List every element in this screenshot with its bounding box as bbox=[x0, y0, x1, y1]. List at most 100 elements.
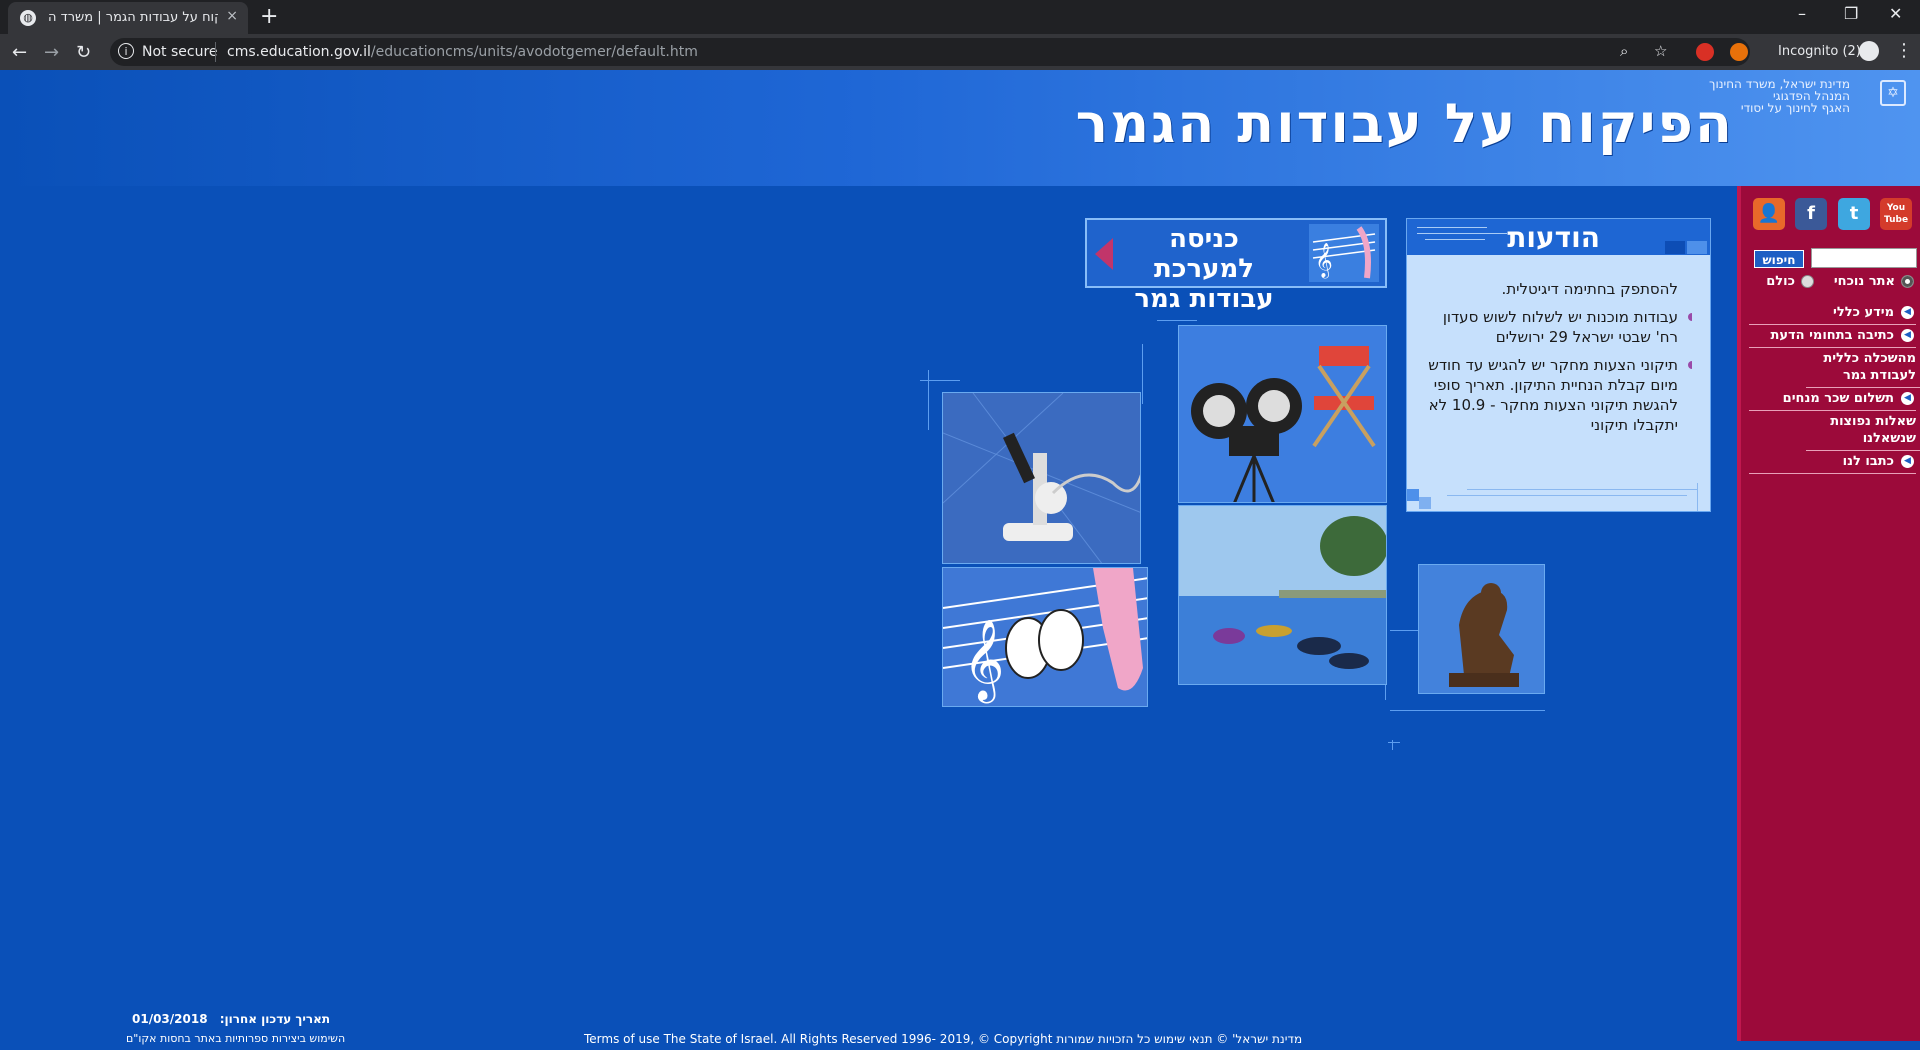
bullet-icon bbox=[1688, 361, 1692, 369]
sidebar: 👤 f t You Tube חיפוש אתר נוכחי כולם ◀ מיד… bbox=[1737, 186, 1920, 1041]
close-tab-icon[interactable]: × bbox=[226, 8, 238, 24]
url-path: /educationcms/units/avodotgemer/default.… bbox=[370, 44, 698, 60]
grid-line bbox=[1390, 710, 1545, 711]
grid-line bbox=[1388, 742, 1400, 743]
sidebar-item-general-info[interactable]: ◀ מידע כללי bbox=[1749, 302, 1916, 325]
radio-label: אתר נוכחי bbox=[1833, 274, 1895, 289]
url-text[interactable]: cms.education.gov.il/educationcms/units/… bbox=[227, 44, 698, 60]
last-update-date: 01/03/2018 bbox=[132, 1012, 208, 1026]
grid-line bbox=[928, 370, 929, 430]
notice-item: עבודות מוכנות יש לשלוח לשוש סעדון רח' שב… bbox=[1427, 307, 1692, 347]
page: מדינת ישראל, משרד החינוך המנהל הפדגוגי ה… bbox=[0, 70, 1920, 1050]
copyright-text[interactable]: Terms of use The State of Israel. All Ri… bbox=[584, 1032, 1302, 1046]
sidebar-item-contact[interactable]: ◀ כתבו לנו bbox=[1749, 451, 1916, 474]
sidebar-nav: ◀ מידע כללי ◀ כתיבה בתחומי הדעת ◀מהשכלה כל… bbox=[1749, 302, 1920, 474]
notice-item: תיקוני הצעות מחקר יש להגיש עד חודש מיום … bbox=[1427, 355, 1692, 435]
chevron-left-icon: ◀ bbox=[1901, 329, 1914, 342]
thinker-statue-image bbox=[1418, 564, 1545, 694]
decoration-square bbox=[1407, 489, 1419, 501]
enter-system-label: כניסה למערכת עבודות גמר bbox=[1134, 224, 1274, 314]
window-close-button[interactable]: ✕ bbox=[1889, 4, 1902, 23]
browser-tab-bar: ◍ הפיקוח על עבודות הגמר | משרד ה × + – ❐… bbox=[0, 0, 1920, 34]
grid-line bbox=[920, 380, 960, 381]
music-note-icon: 𝄞 bbox=[1309, 224, 1379, 282]
new-tab-button[interactable]: + bbox=[260, 4, 278, 29]
info-icon[interactable]: i bbox=[118, 43, 134, 59]
triangle-left-icon bbox=[1095, 238, 1113, 270]
decoration-square bbox=[1687, 241, 1707, 254]
statue-icon bbox=[1419, 565, 1544, 693]
sidebar-item-label: כתבו לנו bbox=[1842, 454, 1894, 469]
notices-panel: הודעות להסתפק בחתימה דיגיטלית. עבודות מו… bbox=[1406, 218, 1711, 512]
notices-footer bbox=[1407, 483, 1710, 511]
enter-system-banner[interactable]: כניסה למערכת עבודות גמר 𝄞 bbox=[1085, 218, 1387, 314]
contact-icon[interactable]: 👤 bbox=[1753, 198, 1785, 230]
maximize-button[interactable]: ❐ bbox=[1844, 4, 1858, 23]
extension-icon-2[interactable] bbox=[1730, 43, 1748, 61]
menu-icon[interactable]: ⋮ bbox=[1895, 40, 1913, 61]
sea-fish-image bbox=[1178, 505, 1387, 685]
notices-header: הודעות bbox=[1407, 219, 1710, 255]
tab-title: הפיקוח על עבודות הגמר | משרד ה bbox=[48, 10, 218, 25]
chevron-left-icon: ◀ bbox=[1901, 306, 1914, 319]
sidebar-item-label: כתיבה בתחומי הדעת bbox=[1770, 328, 1894, 343]
sidebar-item-faq[interactable]: ◀שאלות נפוצות שנשאלנו bbox=[1806, 411, 1920, 451]
last-update: תאריך עדכון אחרון: 01/03/2018 bbox=[132, 1012, 330, 1026]
decoration-line bbox=[1425, 239, 1485, 240]
notice-text: עבודות מוכנות יש לשלוח לשוש סעדון רח' שב… bbox=[1442, 308, 1678, 346]
reload-icon[interactable]: ↻ bbox=[76, 42, 91, 63]
incognito-label[interactable]: Incognito (2) bbox=[1778, 44, 1861, 59]
radio-button[interactable] bbox=[1801, 275, 1814, 288]
theater-masks-image: 𝄞 bbox=[942, 567, 1148, 707]
radio-all[interactable]: כולם bbox=[1766, 274, 1814, 289]
minimize-button[interactable]: – bbox=[1798, 4, 1806, 23]
notices-body: להסתפק בחתימה דיגיטלית. עבודות מוכנות יש… bbox=[1427, 279, 1692, 459]
search-input[interactable] bbox=[1811, 248, 1917, 268]
twitter-icon[interactable]: t bbox=[1838, 198, 1870, 230]
browser-tab[interactable]: ◍ הפיקוח על עבודות הגמר | משרד ה × bbox=[8, 2, 248, 34]
radio-current-site[interactable]: אתר נוכחי bbox=[1834, 274, 1914, 289]
back-arrow-icon[interactable]: ← bbox=[12, 42, 27, 63]
zoom-icon[interactable]: ⌕ bbox=[1620, 42, 1628, 60]
extension-icon[interactable] bbox=[1696, 43, 1714, 61]
svg-text:𝄞: 𝄞 bbox=[1315, 243, 1333, 279]
page-title: הפיקוח על עבודות הגמר bbox=[1075, 92, 1734, 155]
sidebar-item-label: מידע כללי bbox=[1833, 305, 1894, 320]
sidebar-item-general-education[interactable]: ◀מהשכלה כללית לעבודת גמר bbox=[1806, 348, 1920, 388]
state-emblem-icon: ✡ bbox=[1880, 80, 1906, 106]
url-host: cms.education.gov.il bbox=[227, 44, 371, 60]
browser-toolbar: ← → ↻ i Not secure cms.education.gov.il/… bbox=[0, 34, 1920, 70]
notice-intro: להסתפק בחתימה דיגיטלית. bbox=[1501, 280, 1678, 298]
svg-text:𝄞: 𝄞 bbox=[963, 618, 1004, 703]
star-icon[interactable]: ☆ bbox=[1654, 42, 1667, 60]
acum-note: השימוש ביצירות ספרותיות באתר בחסות אקו"ם bbox=[126, 1032, 346, 1045]
sidebar-item-label: תשלום שכר מנחים bbox=[1782, 391, 1894, 406]
separator bbox=[215, 42, 216, 62]
microscope-icon bbox=[943, 393, 1140, 563]
decoration-square bbox=[1419, 497, 1431, 509]
youtube-icon[interactable]: You Tube bbox=[1880, 198, 1912, 230]
theater-masks-icon: 𝄞 bbox=[943, 568, 1147, 706]
decoration-line bbox=[1467, 489, 1697, 490]
decoration-line bbox=[1697, 483, 1698, 511]
address-bar[interactable]: i Not secure cms.education.gov.il/educat… bbox=[110, 38, 1750, 66]
facebook-icon[interactable]: f bbox=[1795, 198, 1827, 230]
decoration-line bbox=[1447, 495, 1687, 496]
radio-label: כולם bbox=[1766, 274, 1795, 289]
bullet-icon bbox=[1688, 313, 1692, 321]
incognito-icon[interactable] bbox=[1859, 41, 1879, 61]
radio-button[interactable] bbox=[1901, 275, 1914, 288]
sidebar-item-salary[interactable]: ◀ תשלום שכר מנחים bbox=[1749, 388, 1916, 411]
notices-title: הודעות bbox=[1507, 221, 1600, 254]
forward-arrow-icon[interactable]: → bbox=[44, 42, 59, 63]
film-camera-icon bbox=[1179, 326, 1386, 502]
sidebar-item-label: מהשכלה כללית לעבודת גמר bbox=[1823, 351, 1916, 383]
search-button[interactable]: חיפוש bbox=[1754, 250, 1804, 268]
grid-line bbox=[1142, 344, 1143, 404]
sidebar-item-writing[interactable]: ◀ כתיבה בתחומי הדעת bbox=[1749, 325, 1916, 348]
globe-icon: ◍ bbox=[20, 10, 36, 26]
notice-text: תיקוני הצעות מחקר יש להגיש עד חודש מיום … bbox=[1428, 356, 1678, 434]
microscope-image bbox=[942, 392, 1141, 564]
decoration-line bbox=[1417, 227, 1487, 228]
grid-line bbox=[1157, 320, 1197, 321]
